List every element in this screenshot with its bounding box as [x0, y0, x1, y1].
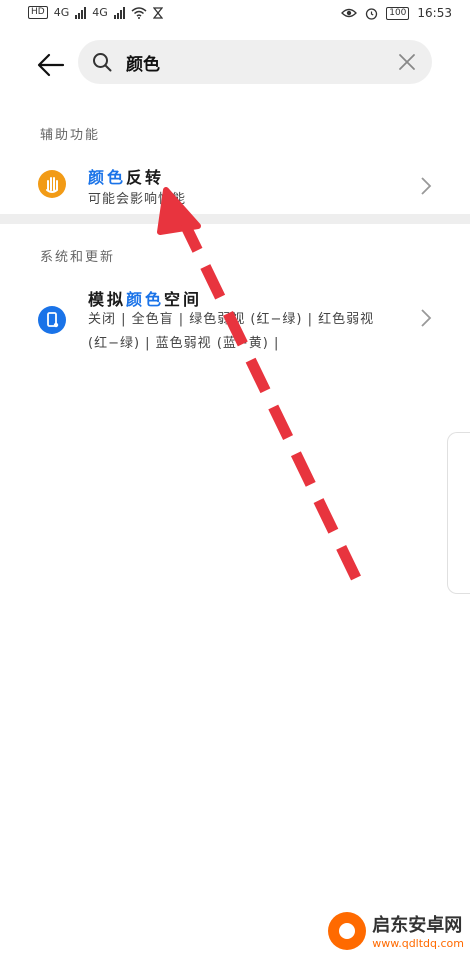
- title-suffix: 反转: [126, 168, 165, 187]
- result-subtitle: 可能会影响性能: [88, 192, 187, 207]
- section-divider: [0, 214, 470, 224]
- status-bar: HD 4G 4G 100 16:53: [0, 0, 470, 32]
- hourglass-icon: [152, 6, 163, 19]
- alarm-icon: [366, 7, 378, 20]
- result-subtitle-line2: (红−绿) | 蓝色弱视 (蓝−黄) |: [88, 336, 280, 351]
- edge-panel-handle[interactable]: [447, 432, 470, 594]
- signal-4g-label: 4G: [53, 6, 70, 19]
- result-subtitle-line1: 关闭 | 全色盲 | 绿色弱视 (红−绿) | 红色弱视: [88, 312, 375, 327]
- signal-icon: [75, 6, 87, 19]
- phone-icon: [38, 306, 66, 334]
- search-header: 颜色: [0, 40, 470, 88]
- title-highlight-2: 颜色: [126, 290, 165, 309]
- section-title-system: 系统和更新: [40, 250, 116, 265]
- chevron-right-icon: [421, 177, 432, 195]
- signal-icon-2: [113, 6, 125, 19]
- back-arrow-icon[interactable]: [36, 50, 66, 80]
- search-box[interactable]: 颜色: [78, 40, 432, 84]
- watermark-url: www.qdltdq.com: [372, 937, 464, 950]
- watermark-logo-icon: [328, 911, 367, 950]
- wifi-icon: [131, 6, 147, 19]
- chevron-right-icon-2: [421, 309, 432, 327]
- title-highlight: 颜色: [88, 168, 127, 187]
- hd-badge: HD: [28, 6, 48, 19]
- title-prefix-2: 模拟: [88, 290, 127, 309]
- section-title-accessibility: 辅助功能: [40, 128, 101, 143]
- eye-icon: [341, 8, 358, 18]
- annotation-arrow: [157, 187, 361, 581]
- title-suffix-2: 空间: [164, 290, 203, 309]
- result-item-color-inversion[interactable]: 颜色反转 可能会影响性能: [0, 160, 470, 214]
- battery-icon: 100: [386, 6, 410, 20]
- search-input[interactable]: 颜色: [126, 50, 160, 75]
- result-item-simulate-color-space[interactable]: 模拟颜色空间 关闭 | 全色盲 | 绿色弱视 (红−绿) | 红色弱视 (红−绿…: [0, 282, 470, 362]
- hand-icon: [38, 170, 66, 198]
- search-icon: [93, 53, 112, 72]
- close-icon[interactable]: [398, 53, 416, 71]
- result-title-2: 模拟颜色空间: [88, 286, 202, 310]
- signal-4g-label-2: 4G: [92, 6, 108, 19]
- clock-time: 16:53: [417, 6, 452, 20]
- watermark-name: 启东安卓网: [372, 915, 463, 936]
- watermark: 启东安卓网 www.qdltdq.com: [328, 911, 464, 950]
- result-title: 颜色反转: [88, 164, 164, 188]
